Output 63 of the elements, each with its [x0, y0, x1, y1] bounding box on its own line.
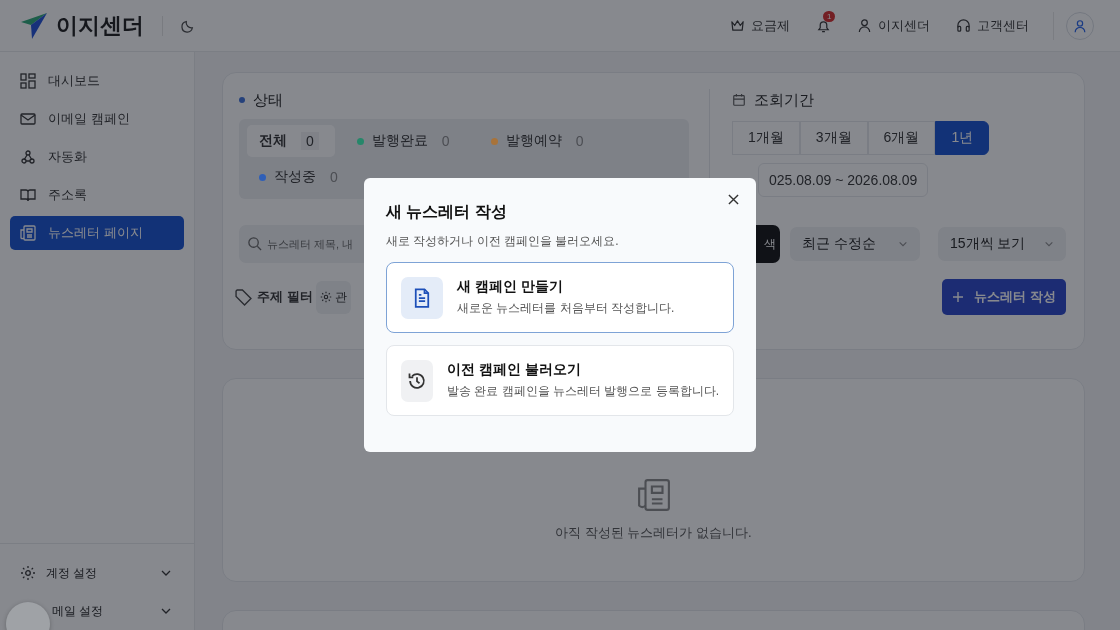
sidebar-item[interactable]: 자동화	[10, 140, 184, 174]
tab-count: 0	[301, 132, 319, 150]
search-button[interactable]: 색	[756, 225, 780, 263]
search-icon	[247, 236, 262, 251]
section-title: 조회기간	[754, 90, 814, 110]
chevron-down-icon	[898, 239, 908, 249]
period-button[interactable]: 6개월	[867, 121, 936, 155]
topic-chip[interactable]: 관	[315, 280, 351, 314]
dialog-title: 새 뉴스레터 작성	[386, 202, 508, 222]
nav-link[interactable]: 이지센더	[857, 16, 930, 35]
date-range-field[interactable]: 025.08.09 ~ 2026.08.09	[758, 163, 929, 197]
notification-badge: 1	[823, 10, 836, 22]
option-card[interactable]: 이전 캠페인 불러오기 발송 완료 캠페인을 뉴스레터 발행으로 등록합니다.	[386, 345, 734, 416]
period-button[interactable]: 1개월	[732, 121, 800, 155]
chevron-down-icon	[1044, 239, 1054, 249]
period-button[interactable]: 1년	[935, 121, 990, 155]
nav-link[interactable]: 요금제	[730, 16, 790, 35]
dialog-subtitle: 새로 작성하거나 이전 캠페인을 불러오세요.	[386, 233, 620, 250]
headset-icon	[956, 18, 971, 33]
tab-label: 작성중	[274, 168, 316, 186]
create-newsletter-button[interactable]: 뉴스레터 작성	[942, 279, 1066, 315]
paper-plane-logo-icon	[20, 11, 48, 40]
grid-icon	[20, 73, 36, 89]
period-button[interactable]: 3개월	[799, 121, 868, 155]
newspaper-icon	[20, 225, 36, 241]
filter-label: 주제 필터	[257, 288, 313, 306]
plus-icon	[952, 291, 965, 303]
tag-icon	[235, 288, 252, 306]
option-title: 새 캠페인 만들기	[457, 278, 564, 296]
sort-dropdown[interactable]: 최근 수정순	[790, 227, 920, 261]
gear-icon	[20, 565, 36, 581]
nav-link[interactable]: 고객센터	[956, 16, 1029, 35]
sidebar-item[interactable]: 주소록	[10, 178, 184, 212]
sidebar-item[interactable]: 대시보드	[10, 64, 184, 98]
section-title: 상태	[253, 90, 283, 110]
empty-message: 아직 작성된 뉴스레터가 없습니다.	[555, 524, 752, 542]
status-tab[interactable]: 전체 0	[247, 125, 335, 157]
option-card[interactable]: 새 캠페인 만들기 새로운 뉴스레터를 처음부터 작성합니다.	[386, 262, 734, 333]
newspaper-icon	[636, 478, 671, 512]
option-description: 새로운 뉴스레터를 처음부터 작성합니다.	[457, 300, 675, 317]
option-title: 이전 캠페인 불러오기	[447, 361, 582, 379]
document-icon	[412, 287, 432, 308]
crown-icon	[730, 18, 745, 33]
sidebar-item[interactable]: 뉴스레터 페이지	[10, 216, 184, 250]
user-icon	[857, 18, 872, 33]
sidebar-section[interactable]: 계정 설정	[20, 554, 194, 592]
tab-label: 전체	[259, 132, 287, 150]
close-icon[interactable]	[728, 194, 739, 205]
calendar-icon	[732, 93, 746, 107]
tab-label: 발행예약	[505, 132, 562, 150]
tab-label: 발행완료	[371, 132, 428, 150]
option-description: 발송 완료 캠페인을 뉴스레터 발행으로 등록합니다.	[447, 383, 719, 400]
moon-icon[interactable]	[181, 18, 195, 33]
book-icon	[20, 187, 36, 203]
envelope-icon	[20, 111, 36, 127]
sidebar-item[interactable]: 이메일 캠페인	[10, 102, 184, 136]
app-name: 이지센더	[56, 11, 144, 40]
webhook-icon	[20, 149, 36, 165]
page-size-dropdown[interactable]: 15개씩 보기	[938, 227, 1066, 261]
gear-icon	[319, 291, 332, 303]
sidebar-section[interactable]: 메일 설정	[52, 592, 194, 630]
history-icon	[407, 370, 427, 391]
status-dot	[239, 97, 245, 103]
